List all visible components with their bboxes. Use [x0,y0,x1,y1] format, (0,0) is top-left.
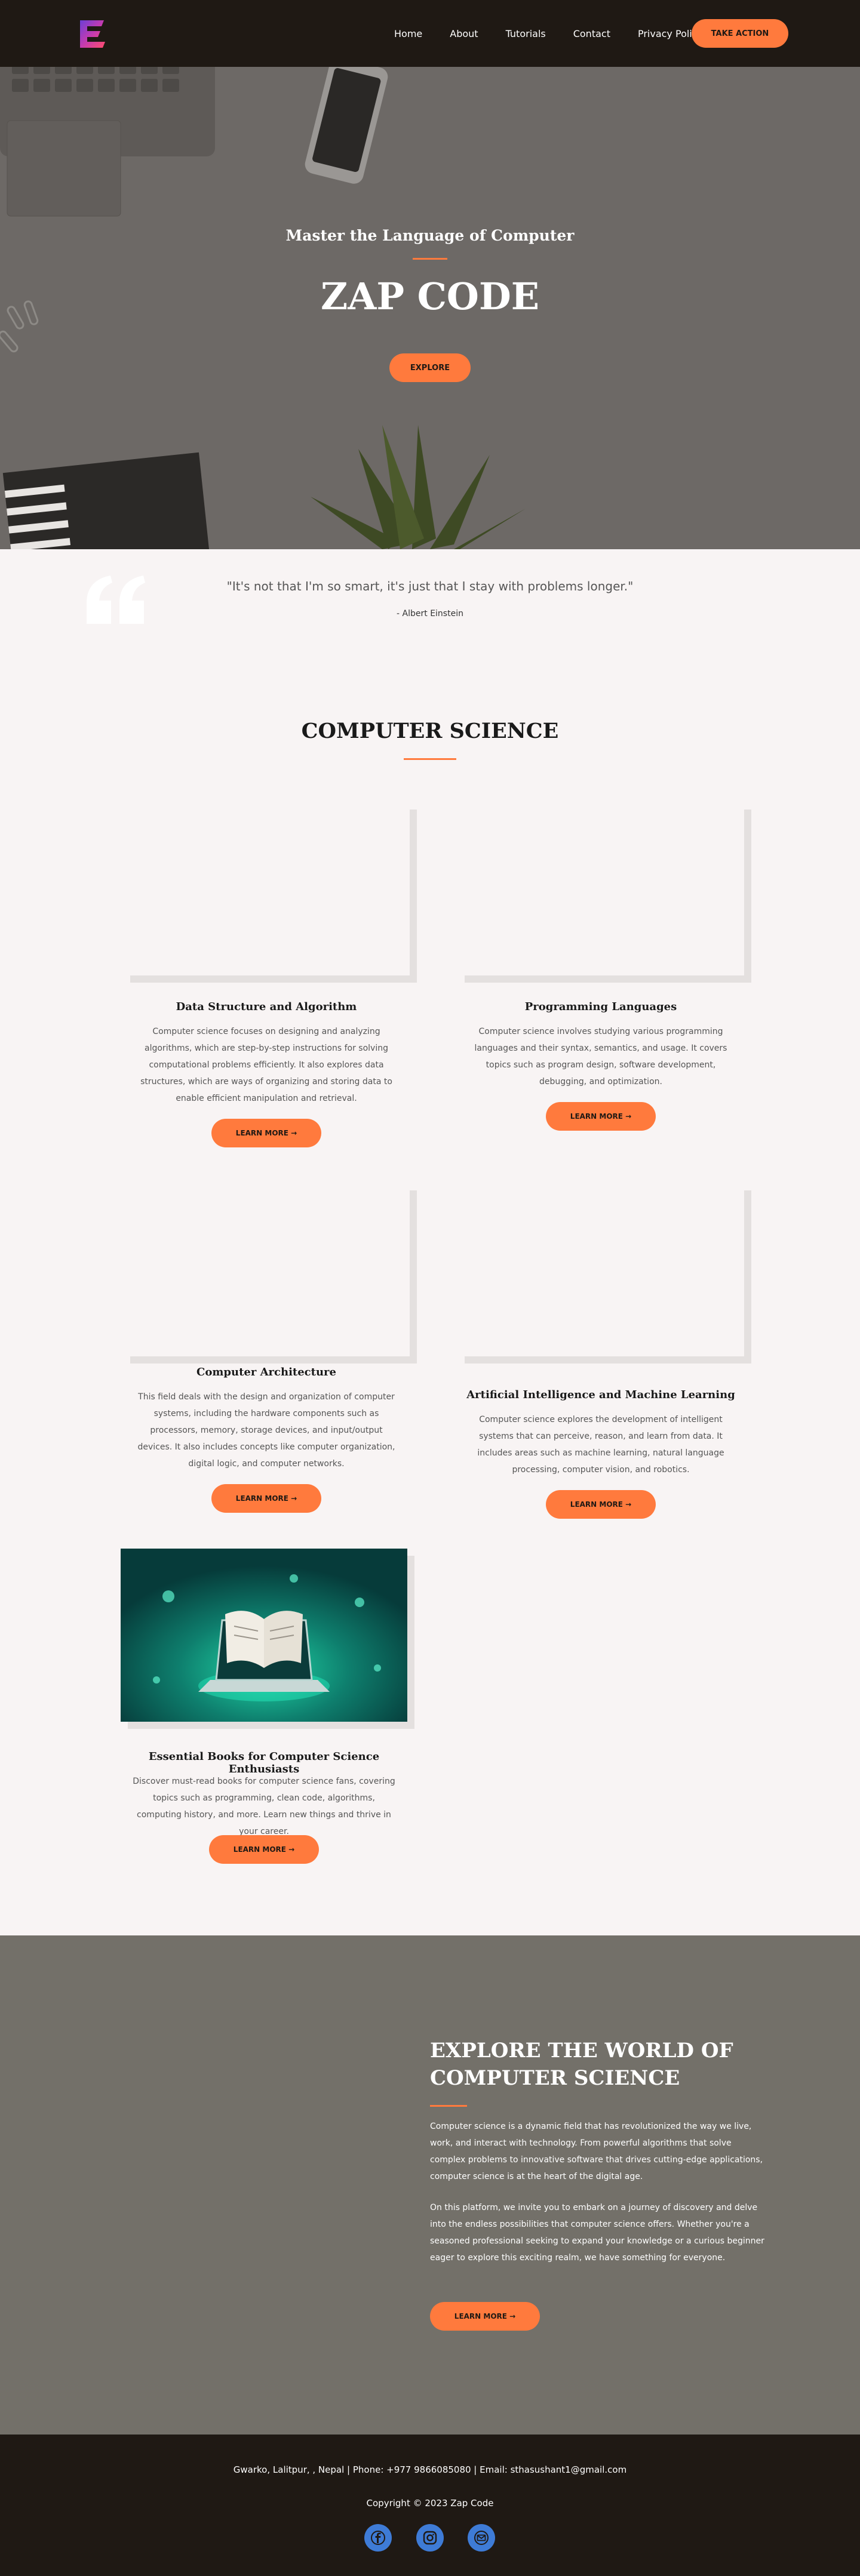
nav-about[interactable]: About [450,28,478,39]
navbar: Home About Tutorials Contact Privacy Pol… [0,0,860,67]
zap-code-logo[interactable] [75,17,110,51]
nav-contact[interactable]: Contact [573,28,610,39]
take-action-button[interactable]: TAKE ACTION [692,19,788,48]
nav-home[interactable]: Home [394,28,422,39]
nav-tutorials[interactable]: Tutorials [506,28,546,39]
nav-links: Home About Tutorials Contact Privacy Pol… [394,0,730,67]
page-spacer [0,0,860,2576]
